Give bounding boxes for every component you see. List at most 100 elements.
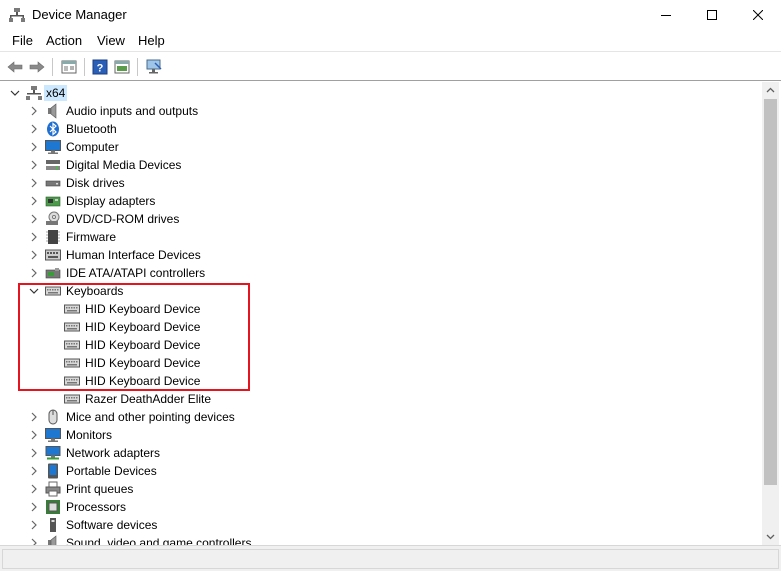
title-bar: Device Manager — [0, 0, 781, 30]
computer-icon — [45, 140, 61, 154]
tree-item-label: Disk drives — [66, 176, 125, 190]
chevron-right-icon[interactable] — [27, 230, 41, 244]
scroll-down-button[interactable] — [762, 528, 779, 545]
properties-icon — [61, 60, 77, 74]
toolbar-separator — [52, 58, 53, 76]
chevron-right-icon[interactable] — [27, 410, 41, 424]
tree-child-keyboard-device[interactable]: Razer DeathAdder Elite — [2, 390, 762, 408]
tree-item-sound-controllers[interactable]: Sound, video and game controllers — [2, 534, 762, 545]
mouse-icon — [48, 409, 58, 425]
tree-item-monitors[interactable]: Monitors — [2, 426, 762, 444]
back-button[interactable] — [5, 57, 25, 77]
tree-item-mice[interactable]: Mice and other pointing devices — [2, 408, 762, 426]
close-button[interactable] — [735, 0, 781, 30]
chevron-right-icon[interactable] — [27, 482, 41, 496]
show-hide-button[interactable] — [112, 57, 132, 77]
computer-tree-icon — [26, 86, 42, 100]
portable-device-icon — [48, 463, 58, 479]
monitor-icon — [45, 428, 61, 442]
tree-item-computer[interactable]: Computer — [2, 138, 762, 156]
software-device-icon — [50, 518, 56, 532]
tree-root-x64[interactable]: x64 — [2, 84, 762, 102]
tree-item-software-devices[interactable]: Software devices — [2, 516, 762, 534]
dvd-icon — [46, 211, 60, 225]
chevron-right-icon[interactable] — [27, 428, 41, 442]
tree-item-audio[interactable]: Audio inputs and outputs — [2, 102, 762, 120]
status-pane — [2, 549, 779, 569]
chevron-right-icon[interactable] — [27, 518, 41, 532]
menu-action[interactable]: Action — [46, 33, 82, 48]
tree-item-label: Print queues — [66, 482, 134, 496]
tree-item-portable[interactable]: Portable Devices — [2, 462, 762, 480]
printer-icon — [45, 481, 61, 497]
menu-bar: File Action View Help — [0, 30, 781, 51]
tree-item-label: Sound, video and game controllers — [66, 536, 252, 545]
scan-hardware-button[interactable] — [144, 57, 164, 77]
tree-item-label: Display adapters — [66, 194, 156, 208]
chevron-right-icon[interactable] — [27, 104, 41, 118]
show-hide-icon — [114, 60, 130, 74]
tree-item-dvd[interactable]: DVD/CD-ROM drives — [2, 210, 762, 228]
svg-text:?: ? — [97, 63, 104, 75]
chevron-right-icon[interactable] — [27, 500, 41, 514]
maximize-button[interactable] — [689, 0, 735, 30]
scroll-up-button[interactable] — [762, 82, 779, 99]
back-icon — [7, 61, 23, 73]
menu-file[interactable]: File — [12, 33, 33, 48]
vertical-scrollbar[interactable] — [762, 82, 779, 545]
tree-item-label: DVD/CD-ROM drives — [66, 212, 180, 226]
chevron-right-icon[interactable] — [27, 140, 41, 154]
tree-item-processors[interactable]: Processors — [2, 498, 762, 516]
tree-item-disk-drives[interactable]: Disk drives — [2, 174, 762, 192]
chevron-right-icon[interactable] — [27, 158, 41, 172]
tree-item-label: Portable Devices — [66, 464, 157, 478]
ide-controller-icon — [45, 268, 61, 279]
hid-icon — [45, 249, 61, 261]
chevron-right-icon[interactable] — [27, 176, 41, 190]
tree-item-label: Processors — [66, 500, 127, 514]
chevron-right-icon[interactable] — [27, 266, 41, 280]
tree-item-firmware[interactable]: Firmware — [2, 228, 762, 246]
tree-item-ide[interactable]: IDE ATA/ATAPI controllers — [2, 264, 762, 282]
toolbar-separator — [137, 58, 138, 76]
tree-item-print-queues[interactable]: Print queues — [2, 480, 762, 498]
chevron-right-icon[interactable] — [27, 248, 41, 262]
chevron-right-icon[interactable] — [27, 536, 41, 545]
window-title: Device Manager — [32, 7, 127, 22]
minimize-button[interactable] — [643, 0, 689, 30]
scroll-thumb[interactable] — [764, 99, 777, 485]
chevron-up-icon — [766, 87, 775, 93]
chevron-right-icon[interactable] — [27, 212, 41, 226]
tree-item-label: IDE ATA/ATAPI controllers — [66, 266, 206, 280]
menu-view[interactable]: View — [97, 33, 125, 48]
tree-item-label: Firmware — [66, 230, 116, 244]
properties-button[interactable] — [59, 57, 79, 77]
tree-item-hid[interactable]: Human Interface Devices — [2, 246, 762, 264]
firmware-icon — [46, 230, 60, 244]
status-bar — [0, 545, 781, 571]
disk-drive-icon — [45, 180, 61, 187]
processor-icon — [46, 500, 60, 514]
tree-root-label[interactable]: x64 — [44, 85, 68, 101]
tree-item-display-adapters[interactable]: Display adapters — [2, 192, 762, 210]
tree-item-digital-media[interactable]: Digital Media Devices — [2, 156, 762, 174]
device-manager-icon — [9, 8, 25, 22]
chevron-right-icon[interactable] — [27, 194, 41, 208]
tree-item-bluetooth[interactable]: Bluetooth — [2, 120, 762, 138]
tree-item-label: Bluetooth — [66, 122, 117, 136]
tree-item-network[interactable]: Network adapters — [2, 444, 762, 462]
chevron-right-icon[interactable] — [27, 122, 41, 136]
tree-item-label: Network adapters — [66, 446, 161, 460]
chevron-right-icon[interactable] — [27, 446, 41, 460]
bluetooth-icon — [47, 121, 59, 137]
menu-help[interactable]: Help — [138, 33, 165, 48]
help-button[interactable]: ? — [90, 57, 110, 77]
chevron-down-icon[interactable] — [8, 86, 22, 100]
chevron-right-icon[interactable] — [27, 464, 41, 478]
keyboards-highlight-box — [18, 283, 250, 391]
tree-child-label: Razer DeathAdder Elite — [85, 392, 212, 406]
forward-button[interactable] — [27, 57, 47, 77]
tree-item-label: Software devices — [66, 518, 158, 532]
tree-item-label: Computer — [66, 140, 119, 154]
network-adapter-icon — [45, 446, 61, 460]
